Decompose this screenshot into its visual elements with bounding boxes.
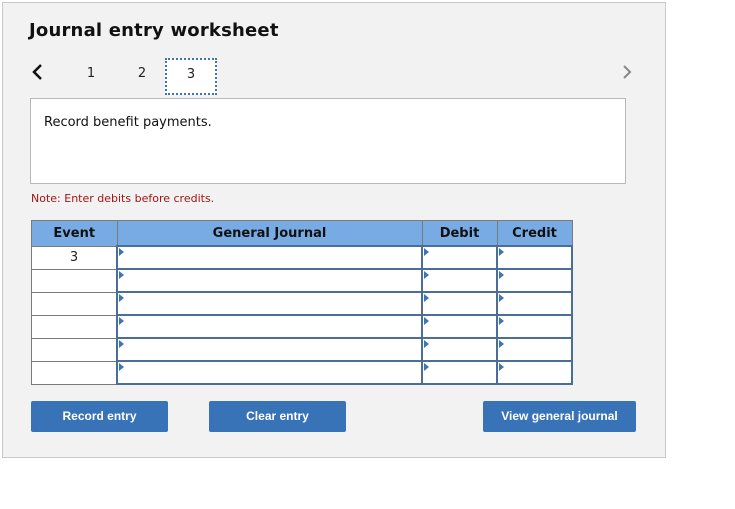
credit-input[interactable]: [496, 337, 573, 362]
journal-table: Event General Journal Debit Credit 3: [31, 220, 573, 385]
debit-input[interactable]: [421, 268, 498, 293]
header-event: Event: [31, 220, 118, 247]
table-row: [31, 314, 573, 339]
dropdown-marker-icon: [424, 317, 429, 325]
event-cell: [31, 268, 118, 293]
table-row: [31, 268, 573, 293]
event-cell: 3: [31, 245, 118, 270]
general-journal-input[interactable]: [116, 268, 423, 293]
general-journal-input[interactable]: [116, 245, 423, 270]
view-general-journal-button[interactable]: View general journal: [483, 401, 636, 432]
credit-input[interactable]: [496, 245, 573, 270]
credit-input[interactable]: [496, 268, 573, 293]
dropdown-marker-icon: [499, 271, 504, 279]
debit-input[interactable]: [421, 337, 498, 362]
dropdown-marker-icon: [499, 294, 504, 302]
dropdown-marker-icon: [424, 271, 429, 279]
header-debit: Debit: [421, 220, 498, 247]
event-cell: [31, 337, 118, 362]
dropdown-marker-icon: [119, 294, 124, 302]
description-box: Record benefit payments.: [30, 98, 626, 184]
general-journal-input[interactable]: [116, 360, 423, 385]
dropdown-marker-icon: [499, 340, 504, 348]
debit-input[interactable]: [421, 245, 498, 270]
chevron-right-icon: [623, 65, 632, 79]
debit-input[interactable]: [421, 360, 498, 385]
table-row: [31, 291, 573, 316]
chevron-left-icon: [32, 64, 42, 80]
next-button[interactable]: [619, 62, 635, 82]
table-row: [31, 360, 573, 385]
debit-input[interactable]: [421, 291, 498, 316]
table-row: [31, 337, 573, 362]
general-journal-input[interactable]: [116, 314, 423, 339]
dropdown-marker-icon: [424, 363, 429, 371]
table-row: 3: [31, 245, 573, 270]
dropdown-marker-icon: [119, 317, 124, 325]
prev-button[interactable]: [30, 62, 46, 82]
dropdown-marker-icon: [119, 340, 124, 348]
credit-input[interactable]: [496, 360, 573, 385]
note-text: Note: Enter debits before credits.: [31, 192, 215, 205]
tab-3[interactable]: 3: [165, 58, 217, 95]
dropdown-marker-icon: [499, 317, 504, 325]
table-header-row: Event General Journal Debit Credit: [31, 220, 573, 247]
event-cell: [31, 291, 118, 316]
general-journal-input[interactable]: [116, 291, 423, 316]
dropdown-marker-icon: [119, 248, 124, 256]
clear-entry-button[interactable]: Clear entry: [209, 401, 346, 432]
dropdown-marker-icon: [119, 271, 124, 279]
header-credit: Credit: [496, 220, 573, 247]
event-cell: [31, 360, 118, 385]
dropdown-marker-icon: [424, 294, 429, 302]
dropdown-marker-icon: [424, 248, 429, 256]
debit-input[interactable]: [421, 314, 498, 339]
page-title: Journal entry worksheet: [29, 20, 279, 41]
credit-input[interactable]: [496, 291, 573, 316]
dropdown-marker-icon: [499, 248, 504, 256]
event-cell: [31, 314, 118, 339]
header-general-journal: General Journal: [116, 220, 423, 247]
dropdown-marker-icon: [499, 363, 504, 371]
tab-1[interactable]: 1: [66, 60, 116, 96]
credit-input[interactable]: [496, 314, 573, 339]
dropdown-marker-icon: [424, 340, 429, 348]
tab-2[interactable]: 2: [117, 60, 167, 96]
general-journal-input[interactable]: [116, 337, 423, 362]
dropdown-marker-icon: [119, 363, 124, 371]
description-text: Record benefit payments.: [44, 115, 212, 130]
record-entry-button[interactable]: Record entry: [31, 401, 168, 432]
